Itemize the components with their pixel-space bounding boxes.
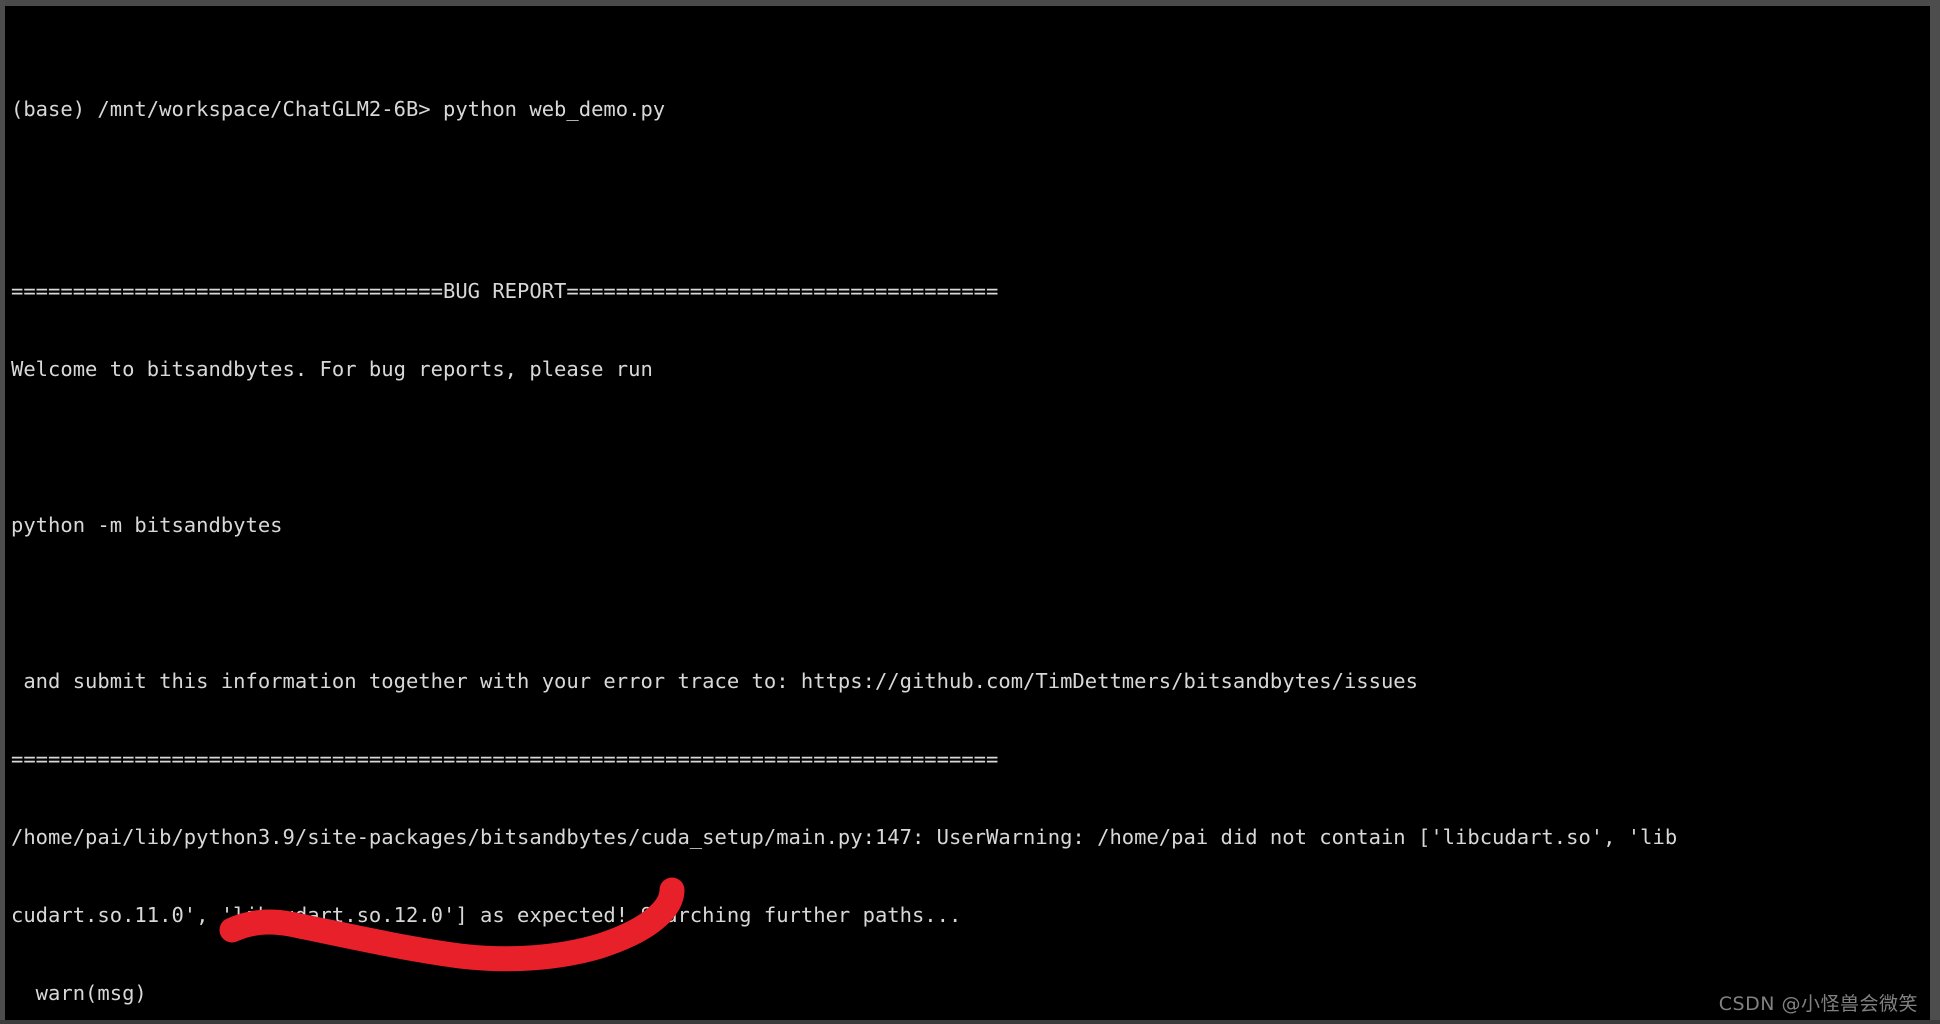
- welcome-line: Welcome to bitsandbytes. For bug reports…: [11, 357, 653, 381]
- window-scrollbar-right[interactable]: [1930, 0, 1940, 1024]
- warn-msg-line: warn(msg): [11, 981, 147, 1005]
- userwarning-libcudart-line-1: /home/pai/lib/python3.9/site-packages/bi…: [11, 825, 1678, 849]
- python-module-line: python -m bitsandbytes: [11, 513, 283, 537]
- submit-info-line: and submit this information together wit…: [11, 669, 1418, 693]
- shell-prompt-line: (base) /mnt/workspace/ChatGLM2-6B> pytho…: [11, 97, 666, 121]
- separator-line: ========================================…: [11, 747, 999, 771]
- terminal-output[interactable]: (base) /mnt/workspace/ChatGLM2-6B> pytho…: [5, 6, 1930, 1020]
- csdn-watermark: CSDN @小怪兽会微笑: [1718, 993, 1918, 1015]
- window-chrome-bottom: [0, 1020, 1940, 1024]
- userwarning-libcudart-line-2: cudart.so.11.0', 'libcudart.so.12.0'] as…: [11, 903, 962, 927]
- bug-report-header: ===================================BUG R…: [11, 279, 999, 303]
- terminal-window: (base) /mnt/workspace/ChatGLM2-6B> pytho…: [0, 0, 1940, 1024]
